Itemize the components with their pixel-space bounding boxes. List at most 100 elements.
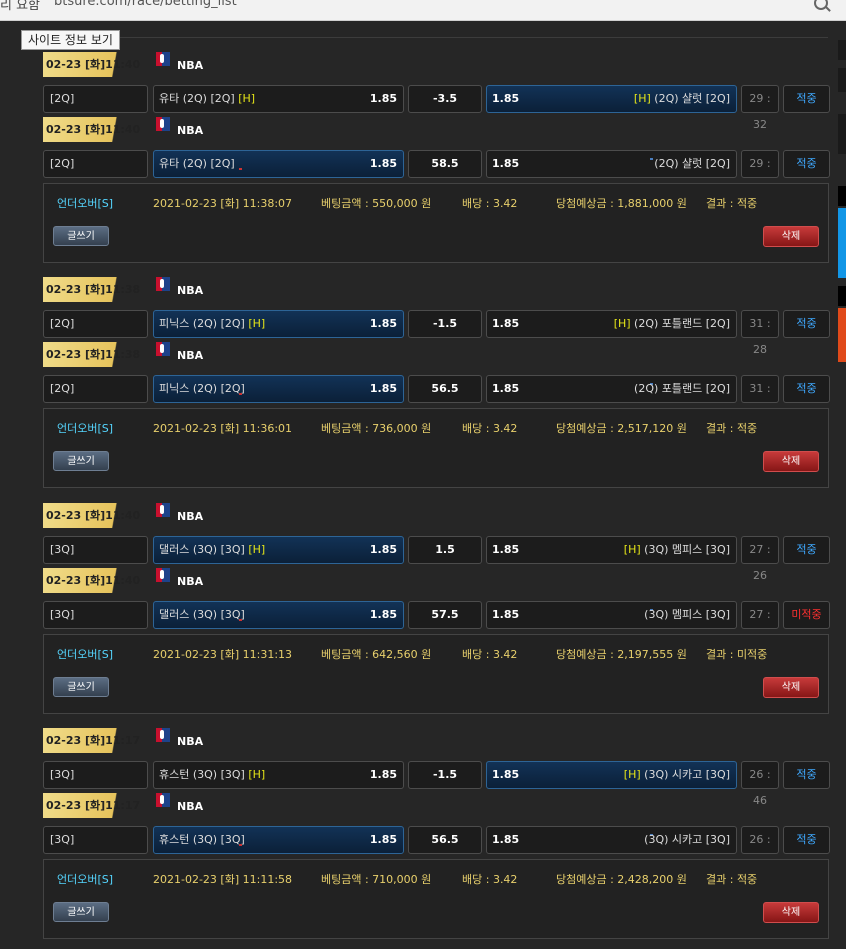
- home-team-option[interactable]: 휴스턴 (3Q) [3Q] 1.85: [153, 826, 404, 854]
- write-button[interactable]: 글쓰기: [53, 451, 109, 471]
- search-icon[interactable]: [814, 0, 828, 10]
- home-odds: 1.85: [369, 543, 397, 556]
- delete-button[interactable]: 삭제: [763, 902, 819, 923]
- away-team-name: [H] (3Q) 시카고 [3Q]: [623, 768, 730, 781]
- team-mark-icon: [650, 158, 653, 160]
- away-team-option[interactable]: 1.85 [H] (2Q) 샬럿 [2Q]: [486, 85, 737, 113]
- score-cell: 27 : 26: [741, 601, 779, 647]
- quarter-cell: [3Q]: [43, 826, 148, 854]
- result-cell: 미적중: [783, 601, 830, 629]
- write-button[interactable]: 글쓰기: [53, 226, 109, 246]
- nba-logo-icon: [156, 277, 170, 291]
- home-team-option[interactable]: 휴스턴 (3Q) [3Q] [H] 1.85: [153, 761, 404, 789]
- away-team-option[interactable]: 1.85 (2Q) 샬럿 [2Q]: [486, 150, 737, 178]
- site-info-tooltip: 사이트 정보 보기: [21, 30, 120, 50]
- bet-result: 결과 : 적중: [706, 422, 758, 435]
- browser-address-bar[interactable]: 리 요함 btsure.com/race/betting_list: [0, 0, 846, 21]
- handicap-line[interactable]: -1.5: [408, 761, 482, 789]
- away-team-option[interactable]: 1.85 [H] (3Q) 멤피스 [3Q]: [486, 536, 737, 564]
- match-date-badge: 02-23 [화]11:40: [43, 52, 143, 77]
- nba-logo-icon: [156, 568, 170, 582]
- result-cell: 적중: [783, 310, 830, 338]
- away-odds: 1.85: [492, 608, 520, 621]
- write-button[interactable]: 글쓰기: [53, 902, 109, 922]
- home-odds: 1.85: [369, 608, 397, 621]
- delete-button[interactable]: 삭제: [763, 226, 819, 247]
- handicap-line[interactable]: 1.5: [408, 536, 482, 564]
- away-odds: 1.85: [492, 92, 520, 105]
- delete-button[interactable]: 삭제: [763, 451, 819, 472]
- quarter-cell: [3Q]: [43, 761, 148, 789]
- away-team-option[interactable]: 1.85 [H] (3Q) 시카고 [3Q]: [486, 761, 737, 789]
- bet-type: 언더오버[S]: [57, 422, 114, 435]
- home-odds: 1.85: [369, 157, 397, 170]
- bet-time: 2021-02-23 [화] 11:11:58: [153, 873, 293, 886]
- bet-amount: 베팅금액 : 642,560 원: [321, 648, 432, 661]
- browser-left-text: 리 요함: [0, 0, 41, 13]
- delete-button[interactable]: 삭제: [763, 677, 819, 698]
- handicap-line[interactable]: -1.5: [408, 310, 482, 338]
- away-team-option[interactable]: 1.85 (3Q) 시카고 [3Q]: [486, 826, 737, 854]
- result-cell: 적중: [783, 375, 830, 403]
- away-team-name: (3Q) 시카고 [3Q]: [644, 833, 730, 846]
- match-date-badge: 02-23 [화]11:40: [43, 503, 143, 528]
- away-odds: 1.85: [492, 317, 520, 330]
- result-cell: 적중: [783, 536, 830, 564]
- quarter-cell: [2Q]: [43, 85, 148, 113]
- quarter-cell: [2Q]: [43, 150, 148, 178]
- away-team-option[interactable]: 1.85 (3Q) 멤피스 [3Q]: [486, 601, 737, 629]
- away-team-option[interactable]: 1.85 [H] (2Q) 포틀랜드 [2Q]: [486, 310, 737, 338]
- home-odds: 1.85: [369, 833, 397, 846]
- away-team-name: [H] (2Q) 포틀랜드 [2Q]: [613, 317, 730, 330]
- home-team-option[interactable]: 유타 (2Q) [2Q] 1.85: [153, 150, 404, 178]
- away-team-name: [H] (2Q) 샬럿 [2Q]: [633, 92, 730, 105]
- write-button[interactable]: 글쓰기: [53, 677, 109, 697]
- away-team-name: [H] (3Q) 멤피스 [3Q]: [623, 543, 730, 556]
- home-odds: 1.85: [369, 382, 397, 395]
- handicap-line[interactable]: 57.5: [408, 601, 482, 629]
- match-date-badge: 02-23 [화]11:17: [43, 793, 143, 818]
- match-date-badge: 02-23 [화]11:38: [43, 342, 143, 367]
- home-team-option[interactable]: 댈러스 (3Q) [3Q] 1.85: [153, 601, 404, 629]
- handicap-line[interactable]: 58.5: [408, 150, 482, 178]
- team-mark-icon: [239, 393, 242, 395]
- url-text[interactable]: btsure.com/race/betting_list: [54, 0, 237, 9]
- quarter-cell: [3Q]: [43, 536, 148, 564]
- home-team-option[interactable]: 피닉스 (2Q) [2Q] [H] 1.85: [153, 310, 404, 338]
- score-cell: 29 : 32: [741, 150, 779, 196]
- top-divider: [42, 37, 828, 38]
- away-team-option[interactable]: 1.85 (2Q) 포틀랜드 [2Q]: [486, 375, 737, 403]
- away-team-name: (3Q) 멤피스 [3Q]: [644, 608, 730, 621]
- home-team-option[interactable]: 댈러스 (3Q) [3Q] [H] 1.85: [153, 536, 404, 564]
- home-team-option[interactable]: 유타 (2Q) [2Q] [H] 1.85: [153, 85, 404, 113]
- away-odds: 1.85: [492, 543, 520, 556]
- handicap-line[interactable]: 56.5: [408, 375, 482, 403]
- bet-type: 언더오버[S]: [57, 873, 114, 886]
- handicap-line[interactable]: -3.5: [408, 85, 482, 113]
- score-cell: 26 : 46: [741, 826, 779, 872]
- nba-logo-icon: [156, 342, 170, 356]
- bet-odds: 배당 : 3.42: [462, 197, 518, 210]
- home-team-option[interactable]: 피닉스 (2Q) [2Q] 1.85: [153, 375, 404, 403]
- right-side-banner[interactable]: [838, 40, 846, 370]
- bet-amount: 베팅금액 : 736,000 원: [321, 422, 432, 435]
- home-team-name: 유타 (2Q) [2Q]: [159, 157, 235, 170]
- match-date-badge: 02-23 [화]11:17: [43, 728, 143, 753]
- score-cell: 31 : 28: [741, 310, 779, 356]
- score-cell: 31 : 28: [741, 375, 779, 421]
- bet-summary-panel: 언더오버[S] 2021-02-23 [화] 11:11:58 베팅금액 : 7…: [43, 859, 829, 939]
- score-cell: 27 : 26: [741, 536, 779, 582]
- expected-winnings: 당첨예상금 : 2,517,120 원: [556, 422, 687, 435]
- bet-summary-panel: 언더오버[S] 2021-02-23 [화] 11:36:01 베팅금액 : 7…: [43, 408, 829, 488]
- bet-type: 언더오버[S]: [57, 197, 114, 210]
- nba-logo-icon: [156, 793, 170, 807]
- result-cell: 적중: [783, 150, 830, 178]
- handicap-line[interactable]: 56.5: [408, 826, 482, 854]
- nba-logo-icon: [156, 503, 170, 517]
- nba-logo-icon: [156, 117, 170, 131]
- bet-summary-panel: 언더오버[S] 2021-02-23 [화] 11:31:13 베팅금액 : 6…: [43, 634, 829, 714]
- result-cell: 적중: [783, 85, 830, 113]
- match-date-badge: 02-23 [화]11:40: [43, 117, 143, 142]
- expected-winnings: 당첨예상금 : 1,881,000 원: [556, 197, 687, 210]
- bet-time: 2021-02-23 [화] 11:31:13: [153, 648, 293, 661]
